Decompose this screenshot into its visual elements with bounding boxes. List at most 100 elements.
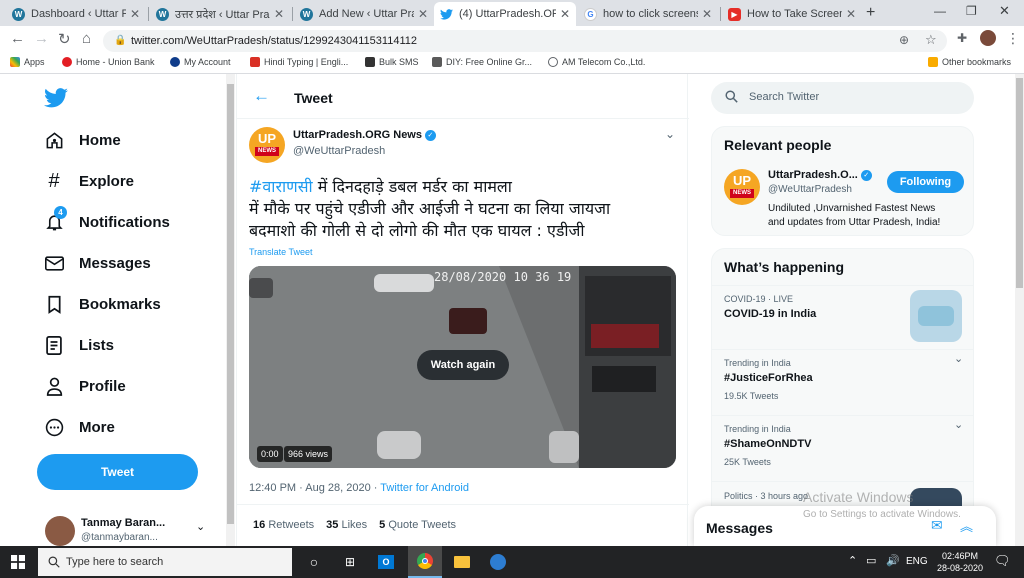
close-tab-icon[interactable]: ✕ (418, 7, 428, 21)
chevron-down-icon[interactable]: ⌄ (665, 127, 675, 141)
taskbar-clock[interactable]: 02:46PM 28-08-2020 (934, 550, 986, 574)
search-input[interactable]: Search Twitter (749, 91, 819, 103)
browser-tab-google[interactable]: G how to click screensho ✕ (578, 2, 718, 26)
video-time: 0:00 (257, 446, 283, 462)
scrollbar-thumb[interactable] (1016, 78, 1023, 288)
chevron-down-icon[interactable]: ⌄ (954, 418, 963, 431)
sidebar-item-profile[interactable]: Profile (44, 376, 126, 396)
trend-meta: Politics · 3 hours ago (724, 491, 809, 501)
windows-start-icon[interactable] (8, 552, 28, 572)
store-app-icon[interactable] (488, 552, 508, 572)
extensions-icon[interactable]: ✚ (957, 31, 967, 45)
menu-icon[interactable]: ⋮ (1006, 30, 1020, 47)
person-name-row[interactable]: UttarPradesh.O... ✓ (768, 169, 872, 181)
sidebar-item-messages[interactable]: Messages (44, 253, 151, 273)
browser-tab-youtube[interactable]: ▶ How to Take Screensho ✕ (722, 2, 862, 26)
close-tab-icon[interactable]: ✕ (560, 7, 570, 21)
volume-icon[interactable]: 🔊 (886, 554, 900, 567)
browser-tab-add-new[interactable]: W Add New ‹ Uttar Prades ✕ (294, 2, 434, 26)
scrollbar-thumb[interactable] (227, 84, 234, 524)
language-indicator[interactable]: ENG (906, 556, 928, 567)
taskbar-search-input[interactable]: Type here to search (66, 556, 163, 568)
sidebar-item-home[interactable]: Home (44, 130, 121, 150)
minimize-icon[interactable]: — (934, 4, 946, 18)
sidebar-item-notifications[interactable]: 4 Notifications (44, 206, 170, 232)
back-arrow-icon[interactable]: ← (253, 86, 270, 106)
sidebar-item-bookmarks[interactable]: Bookmarks (44, 294, 161, 314)
close-tab-icon[interactable]: ✕ (846, 7, 856, 21)
scrollbar[interactable] (226, 74, 235, 546)
sidebar-item-label: Explore (79, 172, 135, 190)
tray-chevron-up-icon[interactable]: ⌃ (848, 554, 857, 567)
quotes-count: 5 (379, 519, 386, 531)
outlook-icon[interactable]: O (376, 552, 396, 572)
retweets-stat[interactable]: 16 Retweets (253, 519, 314, 531)
author-avatar[interactable]: UP NEWS (249, 127, 285, 163)
twitter-logo-icon[interactable] (44, 88, 68, 113)
sidebar-item-lists[interactable]: Lists (44, 335, 114, 355)
restore-icon[interactable]: ❐ (966, 4, 977, 18)
chevron-down-icon[interactable]: ⌄ (954, 352, 963, 365)
trend-item[interactable]: COVID-19 · LIVE COVID-19 in India (712, 286, 973, 348)
account-switcher[interactable]: Tanmay Baran... @tanmaybaran... ⌄ (36, 510, 216, 546)
tweet-time[interactable]: 12:40 PM · Aug 28, 2020 (249, 482, 371, 494)
tab-divider (720, 7, 721, 21)
file-explorer-icon[interactable] (452, 552, 472, 572)
quote-tweets-stat[interactable]: 5 Quote Tweets (379, 519, 456, 531)
address-bar[interactable]: 🔒 twitter.com/WeUttarPradesh/status/1299… (103, 30, 947, 52)
bookmark-am-telecom[interactable]: AM Telecom Co.,Ltd. (548, 57, 645, 67)
close-tab-icon[interactable]: ✕ (274, 7, 284, 21)
covid-mask-image (910, 290, 962, 342)
tweet-text: #वाराणसी में दिनदहाड़े डबल मर्डर का मामल… (249, 176, 669, 242)
sidebar-item-more[interactable]: More (44, 417, 115, 437)
sidebar-item-explore[interactable]: # Explore (44, 170, 135, 192)
search-box[interactable]: Search Twitter (711, 82, 974, 114)
hashtag-link[interactable]: #वाराणसी (249, 177, 313, 196)
bookmark-diy[interactable]: DIY: Free Online Gr... (432, 57, 532, 67)
back-icon[interactable]: ← (10, 30, 25, 47)
bookmark-hindi-typing[interactable]: Hindi Typing | Engli... (250, 57, 348, 67)
task-view-timeline-icon[interactable]: ⊞ (340, 552, 360, 572)
person-avatar[interactable]: UP NEWS (724, 169, 760, 205)
trend-item[interactable]: Trending in India #JusticeForRhea 19.5K … (712, 350, 973, 414)
trend-item[interactable]: Trending in India #ShameOnNDTV 25K Tweet… (712, 416, 973, 480)
bookmark-bulk-sms[interactable]: Bulk SMS (365, 57, 419, 67)
task-view-icon[interactable]: ○ (304, 552, 324, 572)
zoom-icon[interactable]: ⊕ (899, 33, 909, 47)
network-icon[interactable]: ▭ (866, 554, 876, 567)
taskbar-search-box[interactable]: Type here to search (38, 548, 292, 576)
browser-tab-dashboard[interactable]: W Dashboard ‹ Uttar Prad ✕ (6, 2, 146, 26)
close-tab-icon[interactable]: ✕ (702, 7, 712, 21)
browser-tab-uttar-pradesh[interactable]: W उत्तर प्रदेश ‹ Uttar Prades ✕ (150, 2, 290, 26)
bookmark-union-bank[interactable]: Home - Union Bank (62, 57, 155, 67)
other-bookmarks[interactable]: Other bookmarks (928, 57, 1011, 67)
home-icon[interactable]: ⌂ (82, 30, 91, 47)
reload-icon[interactable]: ↻ (58, 30, 71, 48)
scrollbar[interactable] (1015, 74, 1024, 546)
notification-center-icon[interactable]: 🗨 (994, 553, 1011, 569)
new-tab-icon[interactable]: + (866, 4, 875, 22)
likes-stat[interactable]: 35 Likes (326, 519, 367, 531)
tweet-video[interactable]: 28/08/2020 10 36 19 Watch again 0:00 966… (249, 266, 676, 468)
verified-icon: ✓ (424, 129, 436, 141)
bookmark-icon (44, 294, 64, 314)
forward-icon[interactable]: → (34, 30, 49, 47)
close-tab-icon[interactable]: ✕ (130, 7, 140, 21)
bookmark-apps[interactable]: Apps (10, 57, 45, 67)
close-window-icon[interactable]: ✕ (999, 3, 1010, 19)
author-name-row[interactable]: UttarPradesh.ORG News ✓ (293, 129, 436, 141)
star-icon[interactable]: ☆ (925, 32, 937, 48)
browser-tab-twitter[interactable]: (4) UttarPradesh.ORG N ✕ (434, 2, 576, 26)
chrome-icon-center (422, 558, 428, 564)
sidebar-item-label: Lists (79, 336, 115, 354)
tweet-button[interactable]: Tweet (37, 454, 198, 490)
profile-avatar[interactable] (980, 30, 996, 46)
watch-again-button[interactable]: Watch again (417, 350, 509, 380)
following-button[interactable]: Following (887, 171, 964, 193)
author-handle[interactable]: @WeUttarPradesh (293, 145, 385, 157)
bookmark-my-account[interactable]: My Account (170, 57, 231, 67)
chrome-taskbar-button[interactable] (408, 546, 442, 578)
expand-icon[interactable]: ︽ (960, 516, 973, 535)
tweet-source[interactable]: Twitter for Android (380, 482, 469, 494)
translate-tweet-link[interactable]: Translate Tweet (249, 247, 313, 257)
